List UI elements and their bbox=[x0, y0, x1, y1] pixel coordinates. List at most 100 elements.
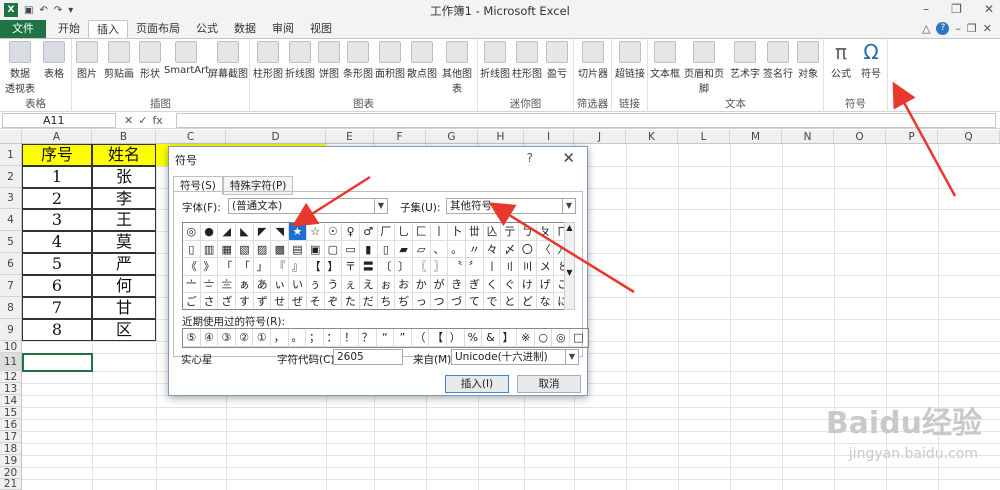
dialog-close-icon[interactable]: ✕ bbox=[562, 149, 575, 167]
font-select[interactable]: (普通文本) ▼ bbox=[228, 198, 388, 214]
symbol-grid-scrollbar[interactable]: ▲ ▼ bbox=[564, 222, 575, 310]
symbol-cell[interactable]: づ bbox=[448, 293, 466, 309]
symbol-cell[interactable]: っ bbox=[413, 293, 431, 309]
symbol-cell[interactable]: 「 bbox=[236, 258, 254, 276]
recent-symbol-cell[interactable]: % bbox=[464, 329, 483, 347]
cell-no[interactable]: 1 bbox=[22, 166, 92, 188]
minimize-icon[interactable]: – bbox=[923, 2, 929, 16]
symbol-cell[interactable]: 〧 bbox=[200, 275, 219, 293]
symbol-cell[interactable]: 《 bbox=[183, 258, 201, 276]
symbol-cell[interactable]: が bbox=[430, 275, 449, 293]
recent-symbol-cell[interactable]: ？ bbox=[358, 329, 377, 347]
symbol-cell[interactable]: 。 bbox=[448, 240, 466, 258]
cell-name[interactable]: 甘 bbox=[92, 297, 156, 319]
col-header-b[interactable]: B bbox=[92, 130, 156, 144]
cell-no[interactable]: 2 bbox=[22, 188, 92, 209]
screenshot-button[interactable]: 屏幕截图 bbox=[208, 41, 248, 80]
col-header-q[interactable]: Q bbox=[938, 130, 1000, 144]
picture-button[interactable]: 图片 bbox=[74, 41, 100, 80]
recent-symbol-cell[interactable]: ③ bbox=[218, 329, 236, 347]
col-header-m[interactable]: M bbox=[730, 130, 782, 144]
symbol-cell[interactable]: ▦ bbox=[218, 240, 237, 258]
symbol-cell[interactable]: な bbox=[537, 293, 555, 309]
symbol-cell[interactable]: 亍 bbox=[501, 223, 520, 241]
row-header-2[interactable]: 2 bbox=[0, 166, 22, 188]
header-footer-button[interactable]: 页眉和页脚 bbox=[680, 41, 728, 95]
symbol-cell[interactable]: 兦 bbox=[483, 223, 502, 241]
symbol-cell[interactable]: 【 bbox=[306, 258, 325, 276]
recent-symbol-cell[interactable]: & bbox=[482, 329, 500, 347]
cell-no[interactable]: 6 bbox=[22, 275, 92, 297]
equation-button[interactable]: π 公式 bbox=[826, 41, 856, 80]
symbol-cell[interactable]: す bbox=[236, 293, 254, 309]
symbol-cell[interactable]: つ bbox=[431, 293, 449, 309]
cell-name[interactable]: 区 bbox=[92, 319, 156, 341]
symbol-cell[interactable]: て bbox=[466, 293, 484, 309]
symbol-cell[interactable]: 乚 bbox=[395, 223, 413, 241]
symbol-cell[interactable]: だ bbox=[360, 293, 378, 309]
symbol-cell[interactable]: お bbox=[395, 275, 413, 293]
recent-symbol-cell[interactable]: ① bbox=[253, 329, 271, 347]
symbol-cell[interactable]: ち bbox=[378, 293, 396, 309]
tab-formulas[interactable]: 公式 bbox=[188, 20, 226, 38]
sparkline-winloss-button[interactable]: 盈亏 bbox=[544, 41, 570, 80]
symbol-cell[interactable]: 々 bbox=[483, 240, 502, 258]
line-chart-button[interactable]: 折线图 bbox=[284, 41, 316, 80]
symbol-cell[interactable]: 〔 bbox=[377, 258, 396, 276]
col-header-o[interactable]: O bbox=[834, 130, 886, 144]
symbol-cell[interactable]: 『 bbox=[271, 258, 290, 276]
symbol-cell[interactable]: 匚 bbox=[412, 223, 431, 241]
enter-icon[interactable]: ✓ bbox=[138, 114, 147, 127]
recent-symbol-cell[interactable]: ” bbox=[394, 329, 412, 347]
recent-symbol-cell[interactable]: ； bbox=[306, 329, 324, 347]
smartart-button[interactable]: SmartArt bbox=[164, 41, 209, 76]
cell-no[interactable]: 7 bbox=[22, 297, 92, 319]
symbol-cell[interactable]: 〡 bbox=[483, 258, 502, 276]
col-header-h[interactable]: H bbox=[478, 130, 524, 144]
symbol-cell[interactable]: ぜ bbox=[289, 293, 307, 309]
tab-page-layout[interactable]: 页面布局 bbox=[128, 20, 188, 38]
symbol-cell[interactable]: ▱ bbox=[412, 240, 431, 258]
col-header-k[interactable]: K bbox=[626, 130, 678, 144]
area-chart-button[interactable]: 面积图 bbox=[374, 41, 406, 80]
header-cell-name[interactable]: 姓名 bbox=[92, 144, 156, 166]
recent-symbol-cell[interactable]: □ bbox=[570, 329, 588, 347]
col-header-i[interactable]: I bbox=[524, 130, 574, 144]
col-header-g[interactable]: G bbox=[426, 130, 478, 144]
symbol-cell[interactable]: ▤ bbox=[289, 240, 307, 258]
recent-symbol-cell[interactable]: ④ bbox=[200, 329, 219, 347]
recent-symbol-cell[interactable]: ） bbox=[446, 329, 465, 347]
textbox-button[interactable]: 文本框 bbox=[650, 41, 680, 80]
symbol-cell[interactable]: ◤ bbox=[253, 223, 272, 241]
symbol-cell[interactable]: ぎ bbox=[466, 275, 484, 293]
symbol-cell[interactable]: せ bbox=[271, 293, 290, 309]
symbol-cell[interactable]: ▢ bbox=[324, 240, 343, 258]
from-select[interactable]: Unicode(十六进制) ▼ bbox=[451, 349, 579, 365]
symbol-button[interactable]: Ω 符号 bbox=[856, 41, 886, 80]
symbol-cell[interactable]: ▧ bbox=[236, 240, 254, 258]
symbol-cell[interactable]: 〃 bbox=[466, 240, 484, 258]
workbook-close-icon[interactable]: ✕ bbox=[983, 22, 992, 35]
symbol-cell[interactable]: ◣ bbox=[236, 223, 254, 241]
shapes-button[interactable]: 形状 bbox=[136, 41, 164, 80]
formula-input[interactable] bbox=[176, 112, 996, 128]
symbol-cell[interactable]: ▰ bbox=[395, 240, 413, 258]
other-charts-button[interactable]: 其他图表 bbox=[438, 41, 476, 95]
symbol-cell[interactable]: ◢ bbox=[218, 223, 237, 241]
symbol-cell[interactable]: 丗 bbox=[466, 223, 484, 241]
col-header-j[interactable]: J bbox=[574, 130, 626, 144]
ribbon-minimize-icon[interactable]: △ bbox=[922, 22, 930, 35]
col-header-f[interactable]: F bbox=[374, 130, 426, 144]
symbol-cell[interactable]: き bbox=[448, 275, 466, 293]
subset-select[interactable]: 其他符号 ▼ bbox=[446, 198, 576, 214]
signature-line-button[interactable]: 签名行 bbox=[762, 41, 794, 80]
symbol-cell[interactable]: ざ bbox=[218, 293, 237, 309]
symbol-cell[interactable]: ぞ bbox=[325, 293, 343, 309]
col-header-a[interactable]: A bbox=[22, 130, 92, 144]
symbol-cell[interactable]: ぁ bbox=[236, 275, 254, 293]
symbol-cell[interactable]: ぅ bbox=[306, 275, 325, 293]
row-header-18[interactable]: 18 bbox=[0, 443, 22, 455]
symbol-cell[interactable]: 』 bbox=[289, 258, 307, 276]
pivot-table-button[interactable]: 数据 透视表 bbox=[4, 41, 36, 95]
symbol-cell[interactable]: ▭ bbox=[342, 240, 360, 258]
